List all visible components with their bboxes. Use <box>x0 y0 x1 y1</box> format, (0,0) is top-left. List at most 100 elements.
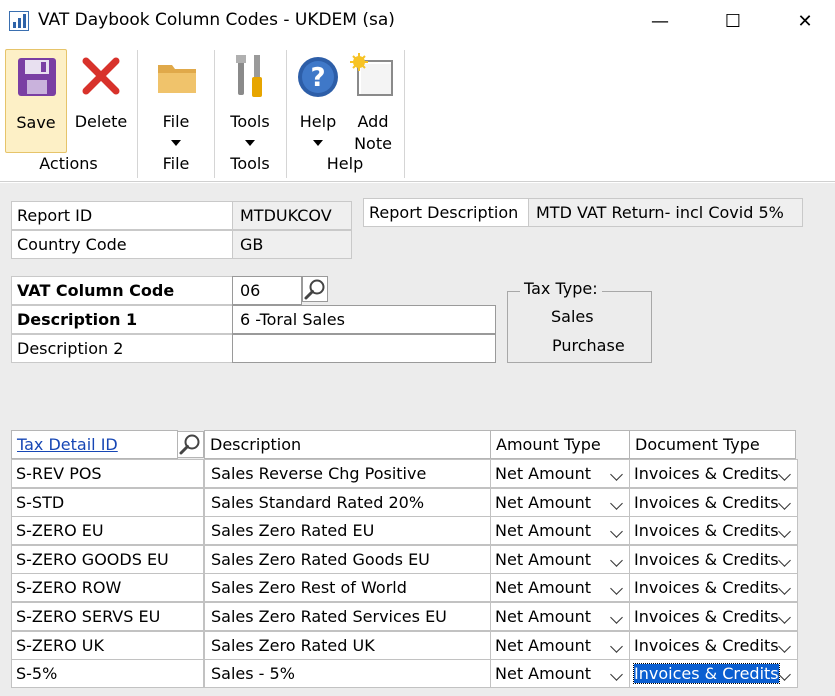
report-id-value: MTDUKCOV <box>232 201 352 230</box>
document-type-select[interactable]: Invoices & Credits <box>629 459 798 488</box>
file-label: File <box>162 112 190 131</box>
column-header-document-type: Document Type <box>629 430 796 459</box>
amount-type-select[interactable]: Net Amount <box>490 602 630 631</box>
cell-description: Sales Zero Rated EU <box>204 516 491 546</box>
description1-label: Description 1 <box>11 305 233 334</box>
form-area: Report ID MTDUKCOV Country Code GB Repor… <box>0 183 835 696</box>
description2-input[interactable] <box>232 334 496 363</box>
minimize-button[interactable]: — <box>625 0 695 42</box>
cell-tax-detail-id[interactable]: S-STD <box>11 487 204 517</box>
tax-detail-lookup-button[interactable] <box>177 431 204 458</box>
chevron-down-icon <box>778 553 791 567</box>
document-type-select[interactable]: Invoices & Credits <box>629 630 798 660</box>
group-separator <box>286 50 287 178</box>
delete-button[interactable]: Delete <box>70 49 132 153</box>
add-note-icon <box>350 53 393 96</box>
tax-type-sales-option[interactable]: Sales <box>551 307 594 326</box>
vat-column-code-label: VAT Column Code <box>11 276 233 305</box>
amount-type-select[interactable]: Net Amount <box>490 544 630 574</box>
ribbon: Save Delete Actions File File Tools Tool… <box>0 42 835 182</box>
chevron-down-icon <box>313 140 323 146</box>
amount-type-select[interactable]: Net Amount <box>490 573 630 603</box>
vat-code-lookup-button[interactable] <box>302 276 328 302</box>
table-row[interactable]: S-ZERO SERVS EU Sales Zero Rated Services… <box>11 602 798 631</box>
chevron-down-icon <box>778 668 791 682</box>
tax-detail-id-link[interactable]: Tax Detail ID <box>17 435 118 454</box>
vat-column-code-input[interactable]: 06 <box>232 276 302 305</box>
cell-description: Sales Reverse Chg Positive <box>204 459 491 488</box>
document-type-select[interactable]: Invoices & Credits <box>629 544 798 574</box>
chevron-down-icon <box>610 525 623 539</box>
group-separator <box>214 50 215 178</box>
cell-description: Sales - 5% <box>204 659 491 689</box>
table-row[interactable]: S-5% Sales - 5% Net Amount Invoices & Credi… <box>11 659 798 689</box>
report-id-label: Report ID <box>11 201 233 230</box>
chevron-down-icon <box>778 525 791 539</box>
table-row[interactable]: S-ZERO EU Sales Zero Rated EU Net Amount In… <box>11 516 798 546</box>
amount-type-select[interactable]: Net Amount <box>490 459 630 488</box>
country-code-value: GB <box>232 230 352 259</box>
folder-icon <box>158 65 196 93</box>
add-note-label-line1: Add <box>357 112 389 131</box>
column-header-amount-type: Amount Type <box>490 430 630 459</box>
report-description-value: MTD VAT Return- incl Covid 5% <box>528 198 803 227</box>
tools-icon <box>236 55 262 97</box>
document-type-select[interactable]: Invoices & Credits <box>629 516 798 546</box>
chevron-down-icon <box>778 496 791 510</box>
table-row[interactable]: S-ZERO UK Sales Zero Rated UK Net Amount In… <box>11 630 798 660</box>
maximize-button[interactable]: ☐ <box>698 0 768 42</box>
save-label: Save <box>16 113 56 132</box>
chevron-down-icon <box>610 553 623 567</box>
country-code-label: Country Code <box>11 230 233 259</box>
chevron-down-icon <box>610 611 623 624</box>
document-type-select[interactable]: Invoices & Credits <box>629 659 798 689</box>
document-type-select[interactable]: Invoices & Credits <box>629 573 798 603</box>
document-type-select[interactable]: Invoices & Credits <box>629 602 798 631</box>
minimize-icon: — <box>651 10 669 32</box>
app-icon <box>9 11 29 31</box>
tools-label: Tools <box>230 112 270 131</box>
close-button[interactable]: ✕ <box>770 0 835 42</box>
cell-description: Sales Zero Rest of World <box>204 573 491 603</box>
help-label: Help <box>299 112 337 131</box>
cell-tax-detail-id[interactable]: S-5% <box>11 659 204 689</box>
chevron-down-icon <box>778 611 791 624</box>
chevron-down-icon <box>610 668 623 682</box>
amount-type-select[interactable]: Net Amount <box>490 487 630 517</box>
table-row[interactable]: S-ZERO GOODS EU Sales Zero Rated Goods EU… <box>11 544 798 574</box>
amount-type-select[interactable]: Net Amount <box>490 659 630 689</box>
add-note-button[interactable]: Add Note <box>346 49 400 153</box>
amount-type-select[interactable]: Net Amount <box>490 516 630 546</box>
cell-tax-detail-id[interactable]: S-REV POS <box>11 459 204 488</box>
cell-tax-detail-id[interactable]: S-ZERO ROW <box>11 573 204 603</box>
document-type-select[interactable]: Invoices & Credits <box>629 487 798 517</box>
description1-input[interactable]: 6 -Toral Sales <box>232 305 496 334</box>
chevron-down-icon <box>610 639 623 653</box>
search-icon <box>179 434 200 455</box>
group-label-help: Help <box>326 154 364 173</box>
maximize-icon: ☐ <box>724 10 742 32</box>
add-note-label-line2: Note <box>354 134 392 153</box>
table-row[interactable]: S-STD Sales Standard Rated 20% Net Amount I… <box>11 487 798 517</box>
window-title: VAT Daybook Column Codes - UKDEM (sa) <box>38 10 395 30</box>
table-row[interactable]: S-REV POS Sales Reverse Chg Positive Net A… <box>11 459 798 488</box>
tax-type-label: Tax Type: <box>520 279 602 298</box>
search-icon <box>304 279 325 300</box>
table-row[interactable]: S-ZERO ROW Sales Zero Rest of World Net Am… <box>11 573 798 603</box>
column-header-description: Description <box>204 430 491 459</box>
cell-tax-detail-id[interactable]: S-ZERO GOODS EU <box>11 544 204 574</box>
cell-tax-detail-id[interactable]: S-ZERO EU <box>11 516 204 546</box>
cell-tax-detail-id[interactable]: S-ZERO SERVS EU <box>11 602 204 631</box>
column-header-tax-detail-id[interactable]: Tax Detail ID <box>11 430 178 459</box>
cell-description: Sales Zero Rated Services EU <box>204 602 491 631</box>
tools-button[interactable]: Tools <box>218 49 282 153</box>
close-icon: ✕ <box>797 10 813 32</box>
delete-icon <box>82 57 120 95</box>
amount-type-select[interactable]: Net Amount <box>490 630 630 660</box>
cell-tax-detail-id[interactable]: S-ZERO UK <box>11 630 204 660</box>
help-button[interactable]: ? Help <box>290 49 346 153</box>
tax-type-purchase-option[interactable]: Purchase <box>552 336 625 355</box>
chevron-down-icon <box>610 582 623 596</box>
file-button[interactable]: File <box>142 49 210 153</box>
save-button[interactable]: Save <box>5 49 67 153</box>
